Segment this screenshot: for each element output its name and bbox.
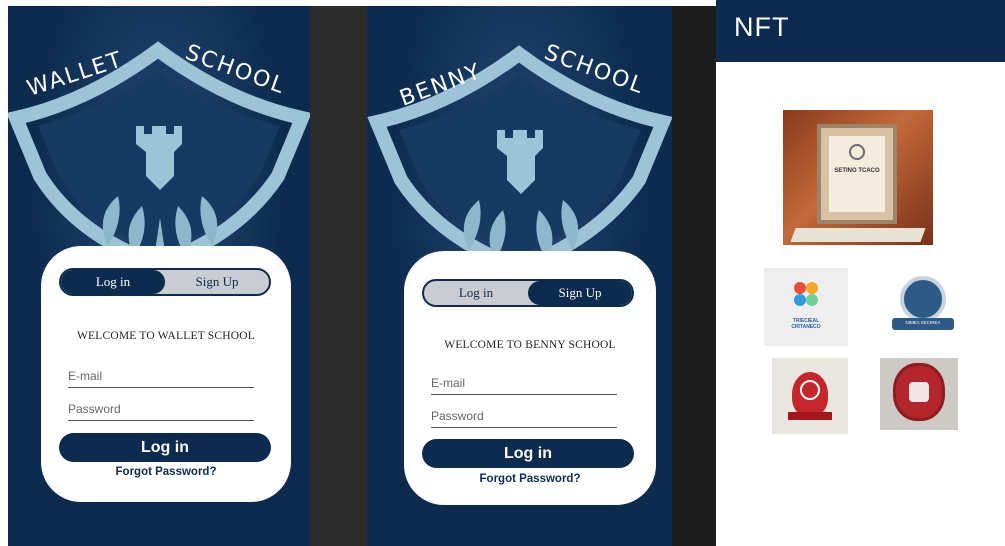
tab-signup[interactable]: Sign Up <box>165 270 269 294</box>
welcome-text: WELCOME TO BENNY SCHOOL <box>444 339 616 351</box>
nft-thumbnail-2[interactable]: NIMEA SECIREA <box>878 268 968 346</box>
ribbon-icon <box>788 412 832 420</box>
book-icon <box>790 228 926 242</box>
email-field[interactable] <box>68 364 254 388</box>
nft-thumbnail-1[interactable]: TRIECIEAL CIRTANECO <box>764 268 848 346</box>
login-button[interactable]: Log in <box>59 433 271 462</box>
badge-caption: NIMEA SECIREA <box>905 320 941 325</box>
tab-login[interactable]: Log in <box>424 281 528 305</box>
forgot-password-link[interactable]: Forgot Password? <box>404 473 656 485</box>
nft-screen: NFT SETINO TCACO TRIECIEAL CIRTANECO NIM… <box>716 0 1005 546</box>
auth-mode-toggle[interactable]: Log in Sign Up <box>59 268 271 296</box>
password-field[interactable] <box>68 397 254 421</box>
divider <box>310 6 367 546</box>
nft-featured-image[interactable]: SETINO TCACO <box>783 110 933 245</box>
certificate-frame: SETINO TCACO <box>817 124 897 224</box>
shield-crest-icon: BENNY SCHOOL <box>367 40 672 266</box>
login-screen-benny: BENNY SCHOOL Log in Sign Up WELCOME TO B… <box>367 6 672 546</box>
login-screen-wallet: WALLET SCHOOL Log in Sign Up WELCOME TO … <box>8 6 310 546</box>
password-field[interactable] <box>431 404 617 428</box>
badge-icon <box>900 276 946 322</box>
nft-thumbnail-4[interactable] <box>880 358 958 430</box>
login-button[interactable]: Log in <box>422 439 634 468</box>
password-input[interactable] <box>431 404 617 427</box>
auth-mode-toggle[interactable]: Log in Sign Up <box>422 279 634 307</box>
forgot-password-link[interactable]: Forgot Password? <box>41 466 291 478</box>
login-card: Log in Sign Up WELCOME TO BENNY SCHOOL L… <box>404 251 656 505</box>
shield-crest-icon: WALLET SCHOOL <box>8 40 310 266</box>
login-card: Log in Sign Up WELCOME TO WALLET SCHOOL … <box>41 246 291 502</box>
certificate-caption: SETINO TCACO <box>834 168 880 174</box>
crest-word-right: SCHOOL <box>541 40 648 99</box>
email-input[interactable] <box>431 371 617 394</box>
divider <box>672 6 716 546</box>
medal-core-icon <box>909 382 929 402</box>
tab-signup[interactable]: Sign Up <box>528 281 632 305</box>
nft-header: NFT <box>716 0 1005 62</box>
email-input[interactable] <box>68 364 254 387</box>
badge-caption: TRIECIEAL CIRTANECO <box>791 318 821 330</box>
welcome-text: WELCOME TO WALLET SCHOOL <box>76 330 256 342</box>
seal-icon <box>849 144 865 160</box>
page-title: NFT <box>734 12 790 42</box>
email-field[interactable] <box>431 371 617 395</box>
nft-thumbnail-3[interactable] <box>772 358 848 434</box>
password-input[interactable] <box>68 397 254 420</box>
tab-login[interactable]: Log in <box>61 270 165 294</box>
ring-icon <box>800 380 820 400</box>
